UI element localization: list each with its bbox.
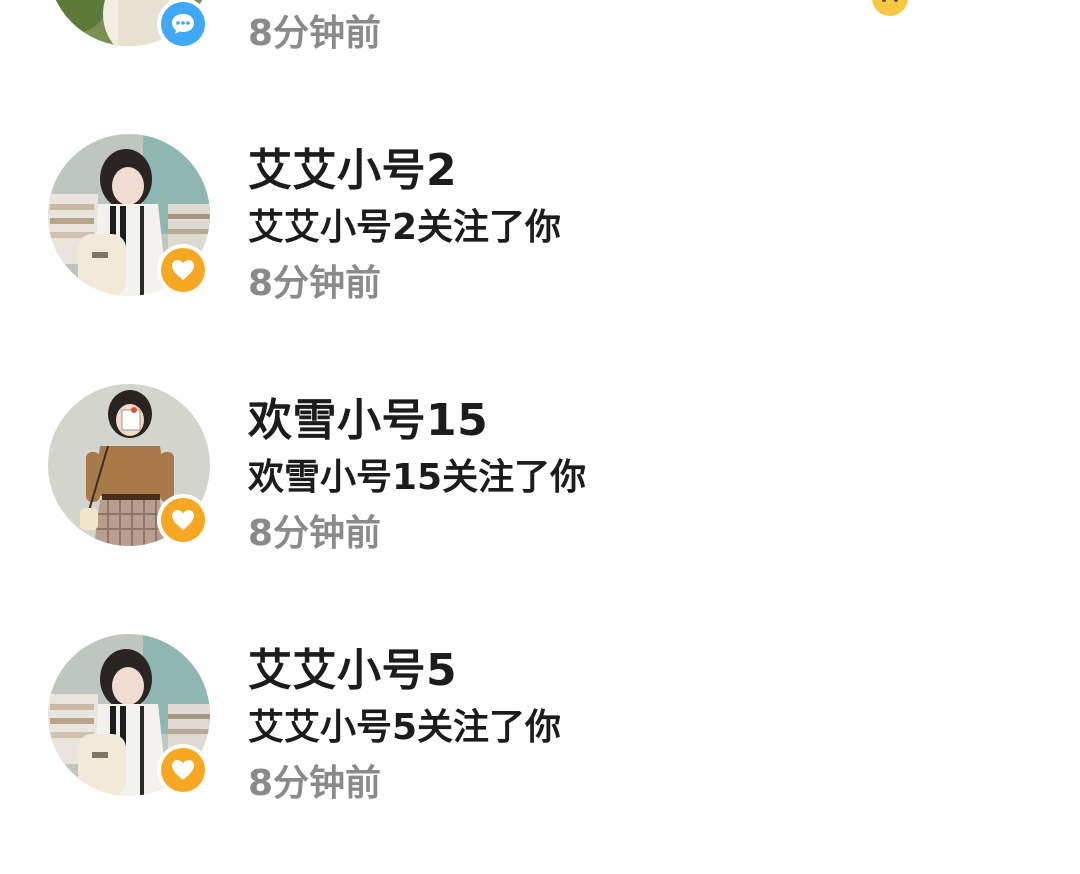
time-label: 8分钟前 bbox=[248, 763, 382, 804]
follow-badge bbox=[157, 494, 209, 546]
user-name[interactable]: 欢雪小号15 bbox=[248, 384, 488, 448]
notification-message: 艾艾小号5关注了你 bbox=[248, 707, 562, 748]
notification-message: 艾艾小号2关注了你 bbox=[248, 207, 562, 248]
time-label: 8分钟前 bbox=[248, 13, 382, 54]
comment-badge bbox=[157, 0, 209, 50]
notification-item[interactable]: 艾艾小号5 艾艾小号5关注了你 8分钟前 bbox=[0, 634, 1080, 874]
follow-badge bbox=[157, 744, 209, 796]
notification-feed: 8分钟前 艾艾小号2 艾艾小号2关注了你 8分钟前 欢雪小号15 欢雪小号15关… bbox=[0, 0, 1080, 864]
heart-icon bbox=[172, 260, 194, 280]
notification-item[interactable]: 欢雪小号15 欢雪小号15关注了你 8分钟前 bbox=[0, 384, 1080, 624]
emoji-icon bbox=[868, 0, 912, 28]
chat-bubble-icon bbox=[172, 14, 194, 34]
notification-message: 欢雪小号15关注了你 bbox=[248, 457, 587, 498]
user-name[interactable]: 艾艾小号2 bbox=[248, 134, 457, 198]
user-name[interactable]: 艾艾小号5 bbox=[248, 634, 457, 698]
time-label: 8分钟前 bbox=[248, 263, 382, 304]
notification-item-partial[interactable]: 8分钟前 bbox=[0, 0, 1080, 124]
heart-icon bbox=[172, 760, 194, 780]
follow-badge bbox=[157, 244, 209, 296]
heart-icon bbox=[172, 510, 194, 530]
notification-item[interactable]: 艾艾小号2 艾艾小号2关注了你 8分钟前 bbox=[0, 134, 1080, 374]
time-label: 8分钟前 bbox=[248, 513, 382, 554]
